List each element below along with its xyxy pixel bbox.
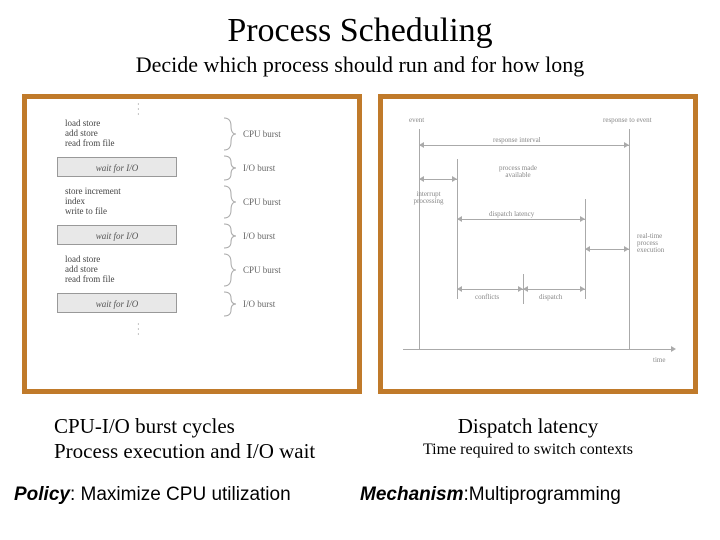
right-caption-sub: Time required to switch contexts (360, 441, 696, 459)
cpu-burst-label: CPU burst (243, 265, 281, 275)
conflicts-label: conflicts (475, 294, 499, 301)
cpu-code-block: store increment index write to file (65, 187, 121, 217)
brace-icon (223, 117, 237, 151)
brace-icon (223, 223, 237, 249)
process-available-label: process made available (483, 165, 553, 179)
code-line: read from file (65, 275, 114, 285)
slide-subtitle: Decide which process should run and for … (0, 52, 720, 78)
cpu-code-block: load store add store read from file (65, 119, 114, 149)
io-wait-box: wait for I/O (57, 225, 177, 245)
io-wait-box: wait for I/O (57, 293, 177, 313)
time-label: time (653, 357, 665, 364)
response-interval-label: response interval (493, 137, 541, 144)
response-interval-line (419, 145, 629, 146)
io-wait-box: wait for I/O (57, 157, 177, 177)
left-caption-line2: Process execution and I/O wait (54, 439, 360, 464)
cpu-code-block: load store add store read from file (65, 255, 114, 285)
burst-cycle-diagram: ··· load store add store read from file … (22, 94, 362, 394)
diagram-panels: ··· load store add store read from file … (0, 94, 720, 394)
right-caption-title: Dispatch latency (360, 414, 696, 439)
code-line: write to file (65, 207, 121, 217)
brace-icon (223, 291, 237, 317)
io-burst-label: I/O burst (243, 231, 275, 241)
brace-icon (223, 155, 237, 181)
event-line (419, 129, 420, 349)
cpu-burst-label: CPU burst (243, 197, 281, 207)
io-burst-label: I/O burst (243, 299, 275, 309)
response-line (629, 129, 630, 349)
io-burst-label: I/O burst (243, 163, 275, 173)
interrupt-boundary-line (457, 159, 458, 299)
event-label: event (409, 117, 424, 124)
mechanism-text: Mechanism:Multiprogramming (360, 484, 708, 506)
dispatch-latency-label: dispatch latency (489, 211, 534, 218)
brace-icon (223, 253, 237, 287)
response-label: response to event (603, 117, 652, 124)
left-caption-line1: CPU-I/O burst cycles (54, 414, 360, 439)
policy-text: Policy: Maximize CPU utilization (12, 484, 360, 506)
time-axis (403, 349, 673, 350)
cpu-burst-label: CPU burst (243, 129, 281, 139)
dispatch-label: dispatch (539, 294, 562, 301)
dispatch-latency-diagram: event response to event response interva… (378, 94, 698, 394)
realtime-label: real-time process execution (637, 233, 687, 254)
bottom-row: Policy: Maximize CPU utilization Mechani… (0, 484, 720, 506)
code-line: read from file (65, 139, 114, 149)
interrupt-label: interrupt processing (401, 191, 456, 205)
diagram-captions: CPU-I/O burst cycles Process execution a… (0, 414, 720, 464)
brace-icon (223, 185, 237, 219)
slide-title: Process Scheduling (0, 0, 720, 50)
